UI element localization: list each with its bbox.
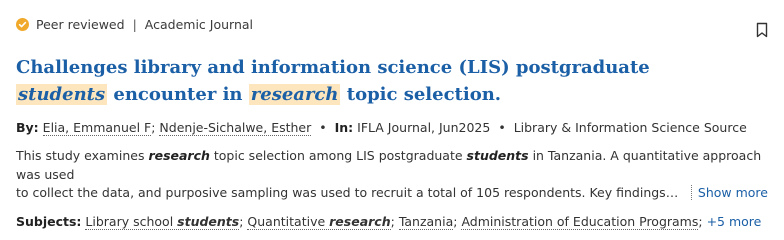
subject-text: Quantitative: [247, 213, 330, 229]
subject-link-library-school-students[interactable]: Library school students: [85, 213, 240, 230]
abstract-truncated-text: to collect the data, and purposive sampl…: [16, 185, 681, 200]
abstract-highlight: research: [148, 148, 210, 163]
subject-link-quantitative-research[interactable]: Quantitative research: [247, 213, 391, 230]
show-more-button[interactable]: Show more: [690, 184, 768, 203]
subject-separator: ;: [453, 213, 458, 229]
title-text-3: topic selection.: [340, 84, 502, 105]
subject-link-administration[interactable]: Administration of Education Programs: [461, 213, 699, 230]
database-name: Library & Information Science Source: [513, 120, 747, 135]
subject-text: Library school: [85, 213, 178, 229]
subject-link-tanzania[interactable]: Tanzania: [398, 213, 454, 230]
subject-separator: ;: [390, 213, 395, 229]
result-meta: Peer reviewed | Academic Journal: [16, 14, 768, 34]
abstract-highlight: students: [466, 148, 529, 163]
show-more-label: Show more: [697, 185, 768, 200]
meta-separator: |: [132, 16, 137, 32]
source-title: IFLA Journal, Jun2025: [357, 120, 491, 135]
abstract-line-1: This study examines research topic selec…: [16, 147, 768, 184]
author-separator: ;: [151, 120, 156, 135]
more-subjects-link[interactable]: +5 more: [707, 214, 762, 229]
subject-highlight: students: [177, 213, 240, 229]
subject-highlight: research: [329, 213, 391, 229]
title-highlight-research: research: [248, 84, 341, 105]
result-card: Peer reviewed | Academic Journal Challen…: [16, 14, 768, 231]
publication-type: Academic Journal: [144, 16, 253, 32]
abstract: This study examines research topic selec…: [16, 147, 768, 203]
check-circle-icon: [16, 17, 29, 31]
abstract-line-2: to collect the data, and purposive sampl…: [16, 184, 768, 203]
subject-separator: ;: [239, 213, 244, 229]
title-text-1: Challenges library and information scien…: [16, 57, 650, 78]
abstract-text: This study examines: [16, 148, 149, 163]
bookmark-icon[interactable]: [756, 22, 768, 38]
in-label: In:: [334, 120, 354, 135]
byline: By: Elia, Emmanuel F; Ndenje-Sichalwe, E…: [16, 119, 768, 137]
author-link-2[interactable]: Ndenje-Sichalwe, Esther: [159, 120, 312, 136]
title-highlight-students: students: [16, 84, 108, 105]
author-link-1[interactable]: Elia, Emmanuel F: [42, 120, 152, 136]
by-label: By:: [16, 120, 39, 135]
peer-reviewed-label: Peer reviewed: [36, 16, 125, 32]
title-text-2: encounter in: [107, 84, 249, 105]
result-title-link[interactable]: Challenges library and information scien…: [16, 54, 716, 108]
subjects-label: Subjects:: [16, 213, 82, 229]
subjects: Subjects: Library school students; Quant…: [16, 213, 768, 231]
subject-separator: ;: [698, 213, 703, 229]
abstract-text: topic selection among LIS postgraduate: [209, 148, 467, 163]
divider: [690, 185, 692, 200]
bullet-2: •: [498, 120, 506, 135]
bullet-1: •: [319, 120, 327, 135]
